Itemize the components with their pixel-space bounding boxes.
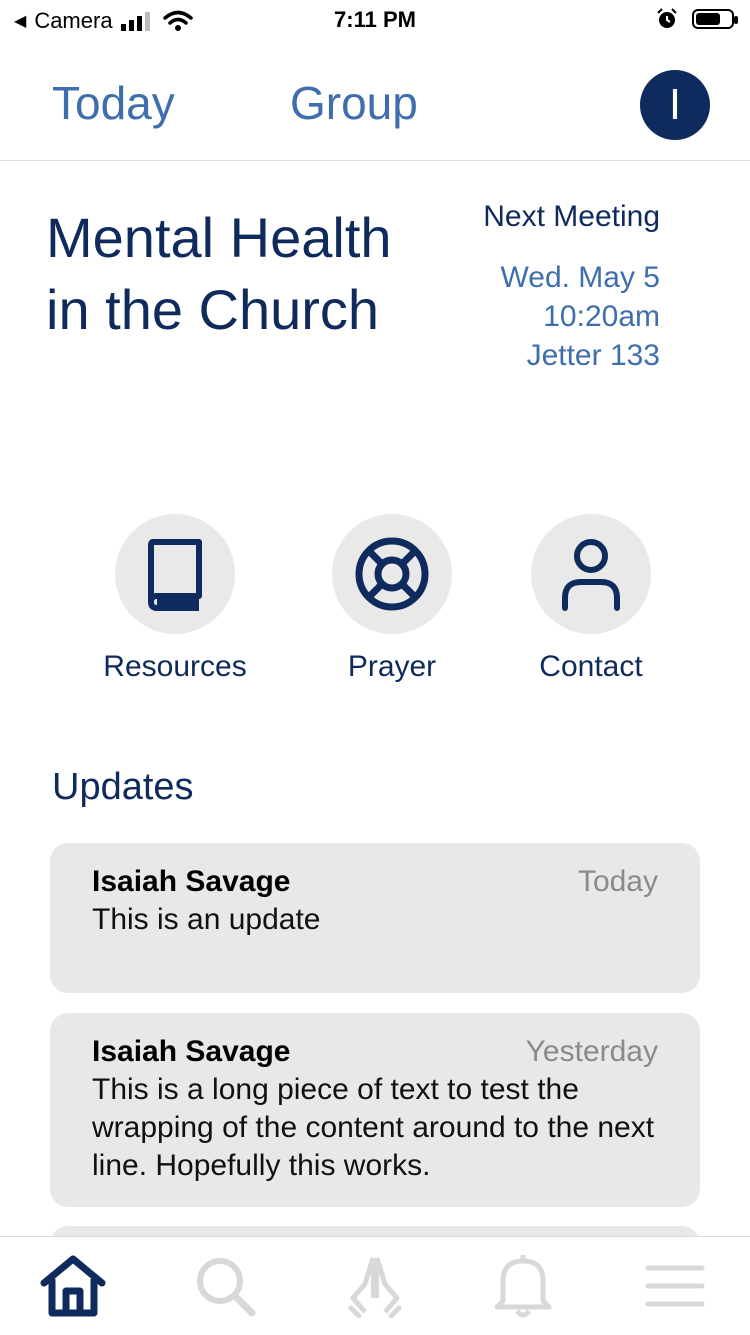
update-time: Yesterday xyxy=(525,1035,658,1068)
nav-menu[interactable] xyxy=(640,1251,710,1321)
battery-icon xyxy=(692,9,738,29)
contact-button[interactable]: Contact xyxy=(491,514,691,684)
home-icon xyxy=(40,1255,106,1317)
lifebuoy-icon xyxy=(355,537,429,611)
update-card[interactable]: Isaiah Savage Yesterday This is a long p… xyxy=(50,1013,700,1207)
group-title: Mental Health in the Church xyxy=(46,206,392,341)
prayer-label: Prayer xyxy=(347,650,437,683)
praying-hands-icon xyxy=(348,1257,402,1318)
bell-icon xyxy=(494,1255,552,1318)
resources-label: Resources xyxy=(103,650,247,683)
next-meeting: Next Meeting Wed. May 5 10:20am Jetter 1… xyxy=(483,200,660,375)
search-icon xyxy=(197,1258,256,1317)
nav-prayer[interactable] xyxy=(340,1251,410,1321)
nav-search[interactable] xyxy=(190,1251,260,1321)
updates-heading: Updates xyxy=(52,766,194,808)
tab-group[interactable]: Group xyxy=(290,76,418,130)
avatar[interactable]: I xyxy=(640,70,710,140)
contact-label: Contact xyxy=(539,650,643,683)
update-author: Isaiah Savage xyxy=(92,865,291,898)
status-bar: ◀ Camera 7:11 PM xyxy=(0,0,750,40)
update-text: This is an update xyxy=(92,903,321,936)
next-meeting-label: Next Meeting xyxy=(483,200,660,233)
meeting-location: Jetter 133 xyxy=(526,339,660,372)
status-time: 7:11 PM xyxy=(334,7,416,32)
bottom-navigation xyxy=(0,1236,750,1335)
prayer-button[interactable]: Prayer xyxy=(292,514,492,684)
book-icon xyxy=(148,539,202,611)
meeting-date: Wed. May 5 xyxy=(500,261,660,294)
update-card[interactable]: Isaiah Savage Today This is an update xyxy=(50,843,700,993)
update-text: This is a long piece of text to test the… xyxy=(92,1073,655,1182)
person-icon xyxy=(562,539,620,611)
nav-home[interactable] xyxy=(38,1251,108,1321)
update-time: Today xyxy=(577,865,658,898)
tab-today[interactable]: Today xyxy=(52,76,175,130)
top-navigation: Today Group I xyxy=(0,40,750,161)
alarm-icon xyxy=(657,8,677,28)
quick-actions: Resources Prayer Contact xyxy=(0,514,750,694)
resources-button[interactable]: Resources xyxy=(75,514,275,684)
update-author: Isaiah Savage xyxy=(92,1035,291,1068)
meeting-time: 10:20am xyxy=(543,300,660,333)
menu-icon xyxy=(645,1265,705,1307)
nav-notifications[interactable] xyxy=(488,1251,558,1321)
